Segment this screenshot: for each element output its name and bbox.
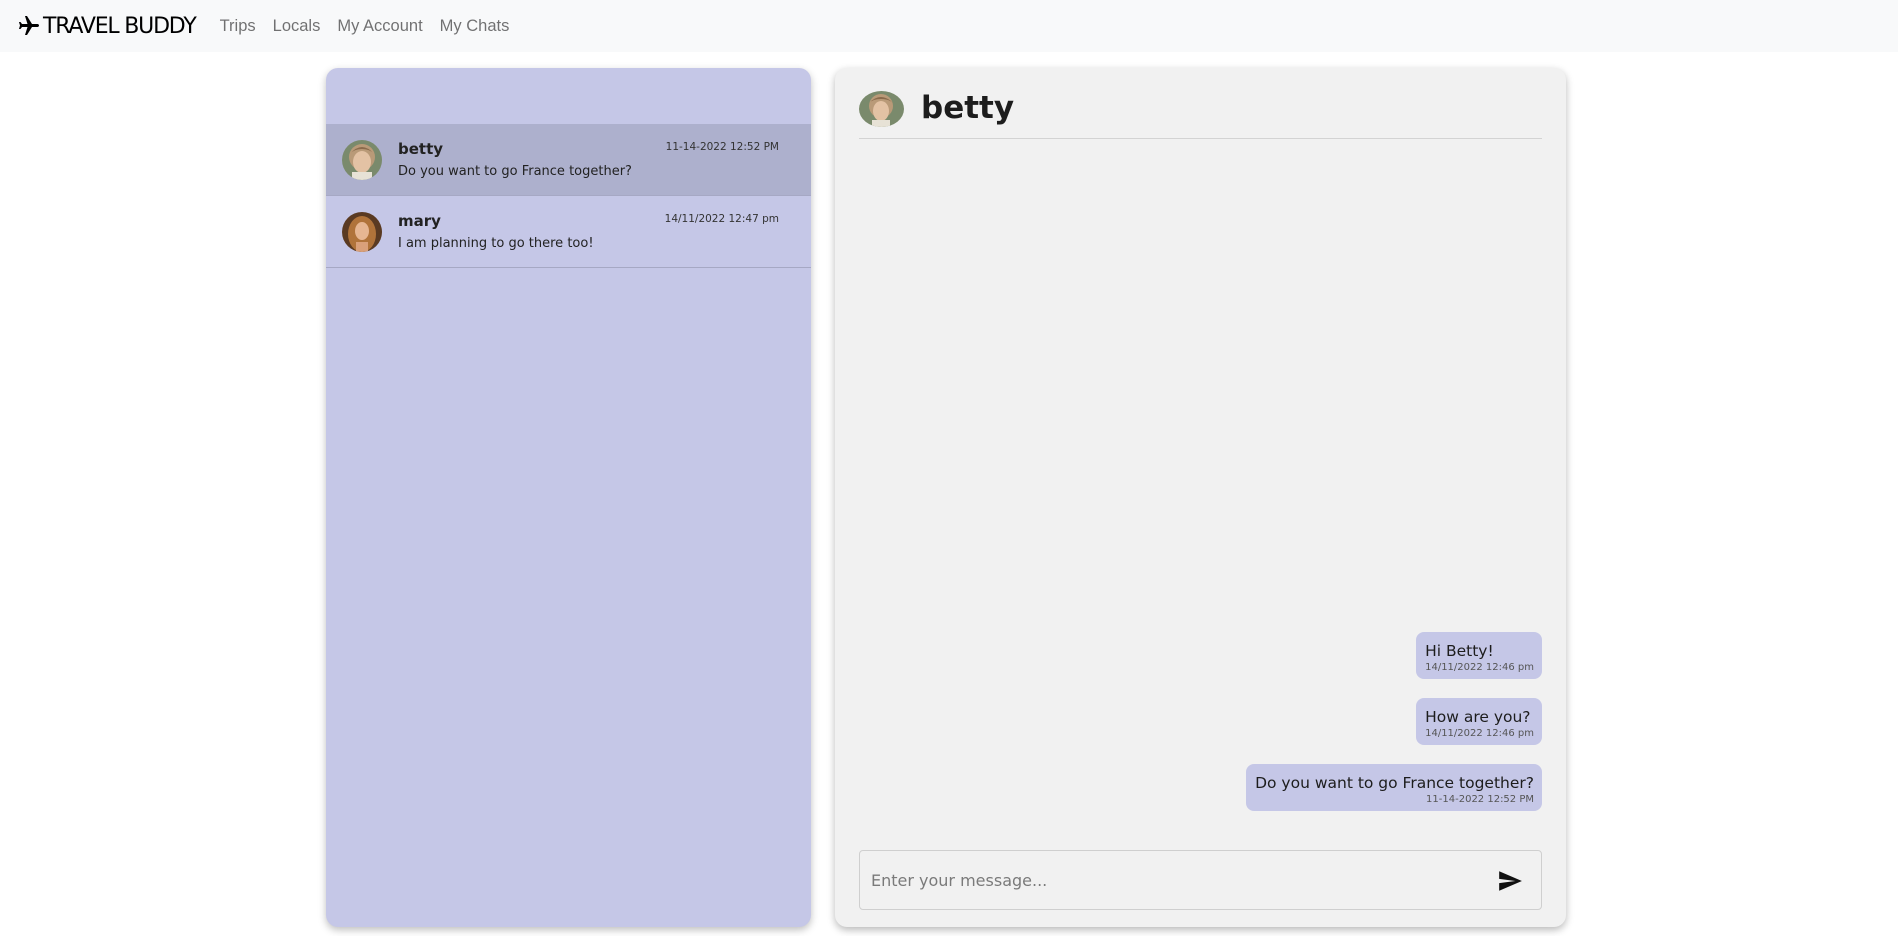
message-bubble: How are you? 14/11/2022 12:46 pm [1416, 698, 1542, 745]
chat-item-timestamp: 11-14-2022 12:52 PM [665, 141, 779, 153]
nav-link-my-account[interactable]: My Account [337, 17, 422, 36]
message-text: How are you? [1425, 708, 1531, 726]
chat-item-timestamp: 14/11/2022 12:47 pm [664, 213, 779, 225]
message-bubble: Hi Betty! 14/11/2022 12:46 pm [1416, 632, 1542, 679]
message-text: Hi Betty! [1425, 642, 1494, 660]
conversation-panel: betty Hi Betty! 14/11/2022 12:46 pm How … [835, 68, 1566, 927]
chat-item-preview: Do you want to go France together? [398, 164, 632, 179]
avatar [859, 91, 904, 127]
message-bubble: Do you want to go France together? 11-14… [1246, 764, 1542, 811]
message-text: Do you want to go France together? [1255, 774, 1534, 792]
chat-list-item-betty[interactable]: betty Do you want to go France together?… [326, 124, 811, 196]
avatar [342, 140, 382, 180]
chat-list-panel: betty Do you want to go France together?… [326, 68, 811, 927]
send-button[interactable] [1497, 868, 1523, 894]
nav-link-my-chats[interactable]: My Chats [440, 17, 510, 36]
message-timestamp: 14/11/2022 12:46 pm [1425, 728, 1534, 739]
chat-item-name: betty [398, 140, 444, 158]
chat-list-item-mary[interactable]: mary I am planning to go there too! 14/1… [326, 196, 811, 268]
brand-logo[interactable]: TRAVEL BUDDY [17, 13, 197, 39]
message-timestamp: 14/11/2022 12:46 pm [1425, 662, 1534, 673]
chat-item-name: mary [398, 212, 441, 230]
message-timestamp: 11-14-2022 12:52 PM [1426, 794, 1534, 805]
nav-link-locals[interactable]: Locals [273, 17, 321, 36]
message-input[interactable] [860, 851, 1480, 909]
conversation-title: betty [921, 90, 1015, 126]
top-navbar: TRAVEL BUDDY Trips Locals My Account My … [0, 0, 1898, 52]
send-icon [1497, 871, 1523, 897]
airplane-icon [17, 14, 41, 38]
avatar [342, 212, 382, 252]
brand-name: TRAVEL BUDDY [43, 13, 197, 39]
nav-link-trips[interactable]: Trips [220, 17, 256, 36]
message-composer [859, 850, 1542, 910]
chat-item-preview: I am planning to go there too! [398, 236, 594, 251]
conversation-header: betty [859, 68, 1542, 139]
